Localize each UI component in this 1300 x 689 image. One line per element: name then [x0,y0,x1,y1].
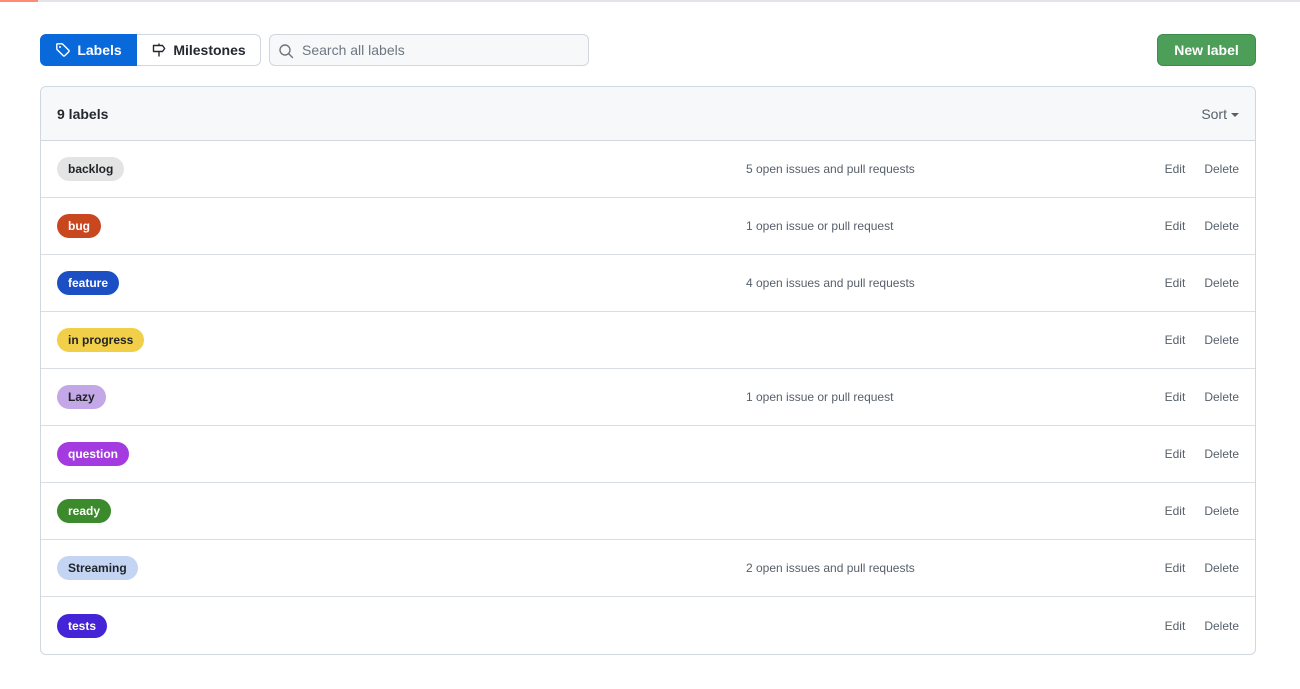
search-input[interactable] [270,35,588,65]
edit-label-button[interactable]: Edit [1165,276,1186,290]
label-actions: Edit Delete [1165,619,1239,633]
open-issues-link[interactable]: 5 open issues and pull requests [746,162,915,176]
label-pill[interactable]: question [57,442,129,466]
delete-label-button[interactable]: Delete [1204,219,1239,233]
edit-label-button[interactable]: Edit [1165,333,1186,347]
label-actions: Edit Delete [1165,162,1239,176]
top-border [0,0,1300,2]
milestones-tab[interactable]: Milestones [137,34,261,66]
labels-list-header: 9 labels Sort [41,87,1255,141]
label-actions: Edit Delete [1165,504,1239,518]
label-pill[interactable]: bug [57,214,101,238]
label-pill[interactable]: ready [57,499,112,523]
delete-label-button[interactable]: Delete [1204,390,1239,404]
label-actions: Edit Delete [1165,447,1239,461]
milestone-icon [153,43,166,57]
label-row: Streaming 2 open issues and pull requests… [41,540,1255,597]
labels-rows: backlog 5 open issues and pull requests Ed… [41,141,1255,654]
edit-label-button[interactable]: Edit [1165,162,1186,176]
label-row: backlog 5 open issues and pull requests Ed… [41,141,1255,198]
labels-list: 9 labels Sort backlog 5 open issues and p… [40,86,1256,655]
label-actions: Edit Delete [1165,561,1239,575]
open-issues-link[interactable]: 1 open issue or pull request [746,219,893,233]
labels-tab-label: Labels [77,42,122,58]
label-pill[interactable]: tests [57,613,108,638]
label-row: tests Edit Delete [41,597,1255,654]
label-row: ready Edit Delete [41,483,1255,540]
labels-tab[interactable]: Labels [40,34,137,66]
label-actions: Edit Delete [1165,333,1239,347]
label-actions: Edit Delete [1165,276,1239,290]
top-accent-bar [0,0,38,2]
milestones-tab-label: Milestones [173,42,246,58]
label-row: feature 4 open issues and pull requests Ed… [41,255,1255,312]
delete-label-button[interactable]: Delete [1204,447,1239,461]
tag-icon [56,43,71,57]
delete-label-button[interactable]: Delete [1204,333,1239,347]
label-pill[interactable]: backlog [57,157,125,181]
labels-count: 9 labels [57,105,109,122]
label-row: bug 1 open issue or pull request Edit Delet… [41,198,1255,255]
new-label-button[interactable]: New label [1157,34,1256,66]
edit-label-button[interactable]: Edit [1165,219,1186,233]
label-pill[interactable]: Streaming [57,556,138,580]
edit-label-button[interactable]: Edit [1165,447,1186,461]
sort-label: Sort [1201,105,1227,122]
open-issues-link[interactable]: 4 open issues and pull requests [746,276,915,290]
delete-label-button[interactable]: Delete [1204,162,1239,176]
label-row: in progress Edit Delete [41,312,1255,369]
sort-dropdown[interactable]: Sort [1201,106,1239,122]
caret-down-icon [1231,112,1239,117]
edit-label-button[interactable]: Edit [1165,619,1186,633]
search-box [269,34,589,66]
label-row: question Edit Delete [41,426,1255,483]
delete-label-button[interactable]: Delete [1204,504,1239,518]
edit-label-button[interactable]: Edit [1165,390,1186,404]
label-pill[interactable]: Lazy [57,385,106,409]
label-row: Lazy 1 open issue or pull request Edit Dele… [41,369,1255,426]
edit-label-button[interactable]: Edit [1165,504,1186,518]
subnav: Labels Milestones [40,34,261,66]
label-actions: Edit Delete [1165,390,1239,404]
search-icon [279,44,294,59]
delete-label-button[interactable]: Delete [1204,619,1239,633]
label-actions: Edit Delete [1165,219,1239,233]
delete-label-button[interactable]: Delete [1204,561,1239,575]
edit-label-button[interactable]: Edit [1165,561,1186,575]
label-pill[interactable]: feature [57,271,120,295]
delete-label-button[interactable]: Delete [1204,276,1239,290]
labels-toolbar: Labels Milestones New label [40,34,1256,66]
open-issues-link[interactable]: 2 open issues and pull requests [746,561,915,575]
open-issues-link[interactable]: 1 open issue or pull request [746,390,893,404]
label-pill[interactable]: in progress [57,328,145,352]
